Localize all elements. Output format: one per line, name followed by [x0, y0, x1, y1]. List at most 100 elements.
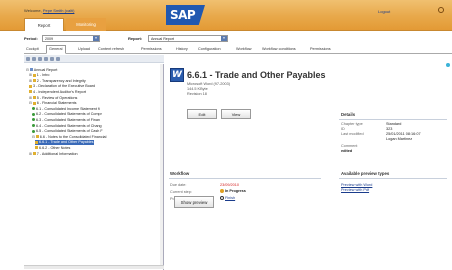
- tree-node[interactable]: 6.5 - Consolidated Statements of Cash F: [32, 129, 103, 134]
- status-icon: [32, 129, 35, 133]
- finish-activity[interactable]: Finish: [220, 196, 235, 200]
- period-value: 2009: [45, 37, 53, 41]
- report-select[interactable]: Annual Report ▾: [148, 35, 228, 42]
- expand-node-icon[interactable]: ⊞: [29, 73, 32, 77]
- tree-node[interactable]: 6.6.1 - Trade and Other Payables: [35, 139, 94, 145]
- collapse-icon[interactable]: [38, 57, 42, 61]
- tab-permissions[interactable]: Permissions: [139, 46, 164, 52]
- tree-node[interactable]: ⊞ 1 - Intro: [29, 73, 49, 78]
- tab-history[interactable]: History: [174, 46, 190, 52]
- tree-node[interactable]: ⊟ Annual Report: [26, 67, 57, 72]
- user-name-link[interactable]: Pepe Smith (calti): [43, 8, 75, 13]
- period-label: Period:: [24, 36, 38, 41]
- tree-horizontal-scrollbar[interactable]: [24, 265, 164, 269]
- tree-node[interactable]: 3 - Declaration of the Executive Board: [29, 84, 95, 89]
- preview-word-link[interactable]: Preview with Word: [341, 183, 372, 187]
- tree-node-label: 5 - Review of Operations: [36, 95, 78, 100]
- tree-node[interactable]: 6.2 - Consolidated Statements of Compr: [32, 112, 102, 117]
- preview-divider: [339, 178, 447, 179]
- current-step-text: In Progress: [225, 189, 246, 193]
- chevron-down-icon[interactable]: ▾: [93, 36, 99, 41]
- status-icon: [32, 118, 35, 122]
- period-select[interactable]: 2009 ▾: [42, 35, 100, 42]
- tab-configuration[interactable]: Configuration: [196, 46, 223, 52]
- tab-content-refresh[interactable]: Content refresh: [96, 46, 126, 52]
- tab-bar: Cockpit General Upload Content refresh P…: [24, 45, 452, 54]
- tree-node-label: 6.6.2 - Other Notes: [39, 145, 71, 150]
- tree-toolbar: [24, 55, 164, 63]
- period-report-bar: Period: 2009 ▾ Report: Annual Report ▾: [24, 33, 452, 44]
- tree-scrollbar[interactable]: [160, 64, 163, 268]
- up-icon[interactable]: [44, 57, 48, 61]
- chevron-down-icon[interactable]: ▾: [221, 36, 227, 41]
- tree-node[interactable]: 4 - Independent Auditor's Report: [29, 89, 86, 94]
- status-icon: [32, 107, 35, 111]
- status-icon: [32, 101, 36, 105]
- tree-node[interactable]: ⊞ 2 - Transparency and Integrity: [29, 78, 86, 83]
- logout-link[interactable]: Logout: [378, 9, 390, 14]
- tab-monitoring[interactable]: Monitoring: [66, 18, 106, 31]
- detail-key: Last modified: [341, 132, 364, 136]
- welcome-text: Welcome, Pepe Smith (calti): [24, 8, 74, 13]
- detail-value: edited: [341, 149, 353, 153]
- document-panel: W 6.6.1 - Trade and Other Payables Micro…: [165, 56, 452, 270]
- finish-link[interactable]: Finish: [225, 196, 235, 200]
- tree-node[interactable]: 6.6.2 - Other Notes: [35, 145, 70, 150]
- tab-general[interactable]: General: [46, 45, 66, 54]
- word-document-icon: W: [170, 68, 184, 82]
- tab-cockpit[interactable]: Cockpit: [24, 46, 41, 52]
- view-button[interactable]: View: [221, 109, 251, 119]
- status-icon: [32, 79, 36, 83]
- tree-node[interactable]: ⊟ 6 - Financial Statements: [29, 101, 77, 106]
- tree-node-label: 6.3 - Consolidated Statements of Finan: [36, 117, 100, 122]
- tree-node-label: 3 - Declaration of the Executive Board: [33, 84, 96, 89]
- report-value: Annual Report: [151, 37, 174, 41]
- preview-types-title: Available preview types: [341, 171, 390, 176]
- tab-upload[interactable]: Upload: [76, 46, 92, 52]
- tree-node-label: 6.4 - Consolidated Statements of Chang: [36, 123, 102, 128]
- refresh-icon[interactable]: [26, 57, 30, 61]
- collapse-node-icon[interactable]: ⊟: [32, 135, 35, 139]
- preview-pdf-link[interactable]: Preview with Pdf: [341, 188, 369, 192]
- help-icon[interactable]: [438, 7, 444, 13]
- tab-workflow-conditions[interactable]: Workflow conditions: [260, 46, 298, 52]
- current-step-label: Current step:: [170, 190, 192, 194]
- status-icon: [35, 146, 38, 150]
- expand-icon[interactable]: [32, 57, 36, 61]
- show-preview-button[interactable]: Show preview: [174, 196, 214, 208]
- tab-workflow[interactable]: Workflow: [234, 46, 254, 52]
- detail-key: Chapter type: [341, 122, 363, 126]
- tab-permissions-2[interactable]: Permissions: [308, 46, 333, 52]
- status-icon: [32, 112, 35, 116]
- tree-node[interactable]: ⊞ 7 - Additional Information: [29, 151, 78, 156]
- status-icon: [29, 84, 32, 88]
- document-app: Microsoft Word (97-2003): [187, 82, 230, 86]
- edit-button[interactable]: Edit: [187, 109, 217, 119]
- tree-node[interactable]: ⊟ 6.6 - Notes to the Consolidated Financi…: [32, 134, 106, 139]
- detail-value: Logan Martinez: [386, 137, 413, 141]
- detail-value: Standard: [386, 122, 402, 126]
- status-icon: [29, 90, 32, 94]
- down-icon[interactable]: [50, 57, 54, 61]
- chapter-tree: ⊟ Annual Report ⊞ 1 - Intro ⊞ 2 - Transparenc…: [24, 64, 164, 270]
- expand-node-icon[interactable]: ⊞: [29, 79, 32, 83]
- details-title: Details: [341, 112, 356, 117]
- tree-node-label: 6.5 - Consolidated Statements of Cash F: [36, 129, 103, 134]
- status-icon: [32, 152, 36, 155]
- tree-node-label: 6 - Financial Statements: [36, 101, 77, 106]
- tree-node[interactable]: ⊞ 5 - Review of Operations: [29, 95, 77, 100]
- tree-node[interactable]: 6.1 - Consolidated Income Statement fi: [32, 106, 100, 111]
- tree-node[interactable]: 6.3 - Consolidated Statements of Finan: [32, 117, 100, 122]
- document-size: 144.5 KByte: [187, 87, 208, 91]
- status-icon: [29, 68, 33, 71]
- tab-report[interactable]: Report: [24, 18, 64, 31]
- app-header: Welcome, Pepe Smith (calti) SAP Logout R…: [0, 0, 452, 31]
- expand-node-icon[interactable]: ⊞: [29, 96, 32, 100]
- expand-node-icon[interactable]: ⊞: [29, 152, 32, 156]
- filter-icon[interactable]: [56, 57, 60, 61]
- collapse-node-icon[interactable]: ⊟: [29, 101, 32, 105]
- tree-node[interactable]: 6.4 - Consolidated Statements of Chang: [32, 123, 102, 128]
- current-step-value: In Progress: [220, 189, 246, 193]
- workflow-title: Workflow: [170, 171, 190, 176]
- collapse-node-icon[interactable]: ⊟: [26, 68, 29, 72]
